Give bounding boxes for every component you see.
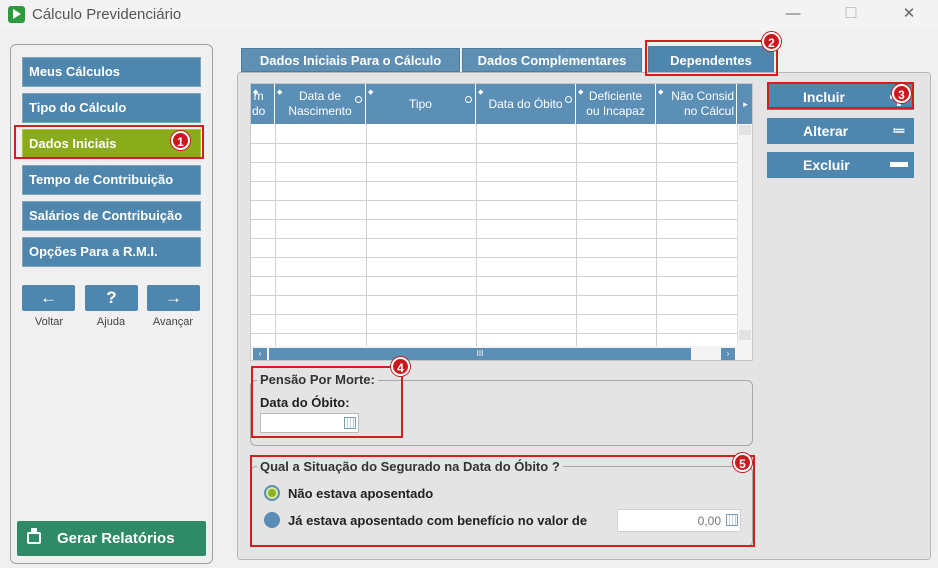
nav-opcoes-rmi[interactable]: Opções Para a R.M.I. bbox=[22, 237, 201, 267]
grid-row-line bbox=[251, 143, 737, 144]
nav-tipo-calculo[interactable]: Tipo do Cálculo bbox=[22, 93, 201, 123]
horizontal-scroll-thumb[interactable]: III bbox=[269, 348, 691, 360]
annotation-badge-4: 4 bbox=[391, 357, 410, 376]
close-button[interactable]: ✕ bbox=[886, 0, 932, 30]
edit-button[interactable]: Alterar ≔ bbox=[767, 118, 914, 144]
grid-row-line bbox=[251, 162, 737, 163]
grid-divider bbox=[656, 124, 657, 346]
grid-row-line bbox=[251, 200, 737, 201]
grid-row-line bbox=[251, 295, 737, 296]
minus-icon bbox=[890, 162, 908, 167]
title-bar: Cálculo Previdenciário — ☐ ✕ bbox=[0, 0, 938, 30]
generate-reports-label: Gerar Relatórios bbox=[57, 530, 175, 547]
grid-row-line bbox=[251, 276, 737, 277]
nav-meus-calculos[interactable]: Meus Cálculos bbox=[22, 57, 201, 87]
scroll-left-button[interactable]: ‹ bbox=[253, 348, 267, 360]
navigation-panel: Meus Cálculos Tipo do Cálculo Dados Inic… bbox=[10, 44, 213, 564]
back-arrow-button[interactable]: ← bbox=[22, 285, 75, 311]
window-title: Cálculo Previdenciário bbox=[32, 6, 182, 23]
annotation-badge-3: 3 bbox=[892, 84, 911, 103]
scroll-columns-right-icon[interactable]: ▸ bbox=[737, 84, 752, 124]
grid-divider bbox=[476, 124, 477, 346]
search-icon[interactable] bbox=[465, 96, 472, 103]
forward-label: Avançar bbox=[152, 316, 194, 328]
maximize-button[interactable]: ☐ bbox=[828, 0, 874, 30]
highlight-box-5 bbox=[250, 455, 755, 547]
column-header-data-obito[interactable]: ◆ Data do Óbito bbox=[476, 84, 576, 124]
column-header-nao-considerado[interactable]: ◆ Não Consid no Cálcul bbox=[656, 84, 737, 124]
search-icon[interactable] bbox=[355, 96, 362, 103]
app-logo-icon bbox=[8, 6, 25, 23]
grid-row-line bbox=[251, 219, 737, 220]
grid-divider bbox=[275, 124, 276, 346]
grid-header: ◆ m do ◆ Data de Nascimento ◆ Tipo ◆ Data do… bbox=[251, 84, 752, 124]
column-header-partial[interactable]: ◆ m do bbox=[251, 84, 275, 124]
scroll-right-button[interactable]: › bbox=[721, 348, 735, 360]
help-label: Ajuda bbox=[96, 316, 126, 328]
printer-icon bbox=[27, 528, 41, 544]
vertical-scrollbar[interactable] bbox=[737, 124, 752, 346]
grid-row-line bbox=[251, 257, 737, 258]
generate-reports-button[interactable]: Gerar Relatórios bbox=[17, 521, 206, 556]
grid-divider bbox=[576, 124, 577, 346]
grid-row-line bbox=[251, 314, 737, 315]
delete-button[interactable]: Excluir bbox=[767, 152, 914, 178]
delete-button-label: Excluir bbox=[803, 157, 850, 173]
annotation-badge-1: 1 bbox=[171, 131, 190, 150]
nav-tempo-contribuicao[interactable]: Tempo de Contribuição bbox=[22, 165, 201, 195]
nav-salarios-contribuicao[interactable]: Salários de Contribuição bbox=[22, 201, 201, 231]
grid-row-line bbox=[251, 238, 737, 239]
edit-button-label: Alterar bbox=[803, 123, 849, 139]
highlight-box-2 bbox=[645, 40, 778, 76]
column-header-data-nascimento[interactable]: ◆ Data de Nascimento bbox=[275, 84, 366, 124]
help-button[interactable]: ? bbox=[85, 285, 138, 311]
scroll-up-button[interactable] bbox=[739, 125, 751, 135]
annotation-badge-5: 5 bbox=[733, 453, 752, 472]
grid-row-line bbox=[251, 181, 737, 182]
tab-dados-complementares[interactable]: Dados Complementares bbox=[462, 48, 642, 72]
annotation-badge-2: 2 bbox=[762, 32, 781, 51]
grid-row-line bbox=[251, 333, 737, 334]
highlight-box-4 bbox=[251, 366, 403, 438]
tab-dados-iniciais-calculo[interactable]: Dados Iniciais Para o Cálculo bbox=[241, 48, 460, 72]
back-label: Voltar bbox=[34, 316, 64, 328]
minimize-button[interactable]: — bbox=[770, 0, 816, 30]
forward-arrow-button[interactable]: → bbox=[147, 285, 200, 311]
dependents-grid[interactable]: ◆ m do ◆ Data de Nascimento ◆ Tipo ◆ Data do… bbox=[250, 83, 753, 361]
search-icon[interactable] bbox=[565, 96, 572, 103]
scroll-down-button[interactable] bbox=[739, 330, 751, 340]
column-header-deficiente[interactable]: ◆ Deficiente ou Incapaz bbox=[576, 84, 656, 124]
grid-divider bbox=[366, 124, 367, 346]
column-header-tipo[interactable]: ◆ Tipo bbox=[366, 84, 476, 124]
list-icon: ≔ bbox=[892, 123, 906, 138]
horizontal-scrollbar[interactable]: ‹ III › bbox=[251, 346, 752, 360]
